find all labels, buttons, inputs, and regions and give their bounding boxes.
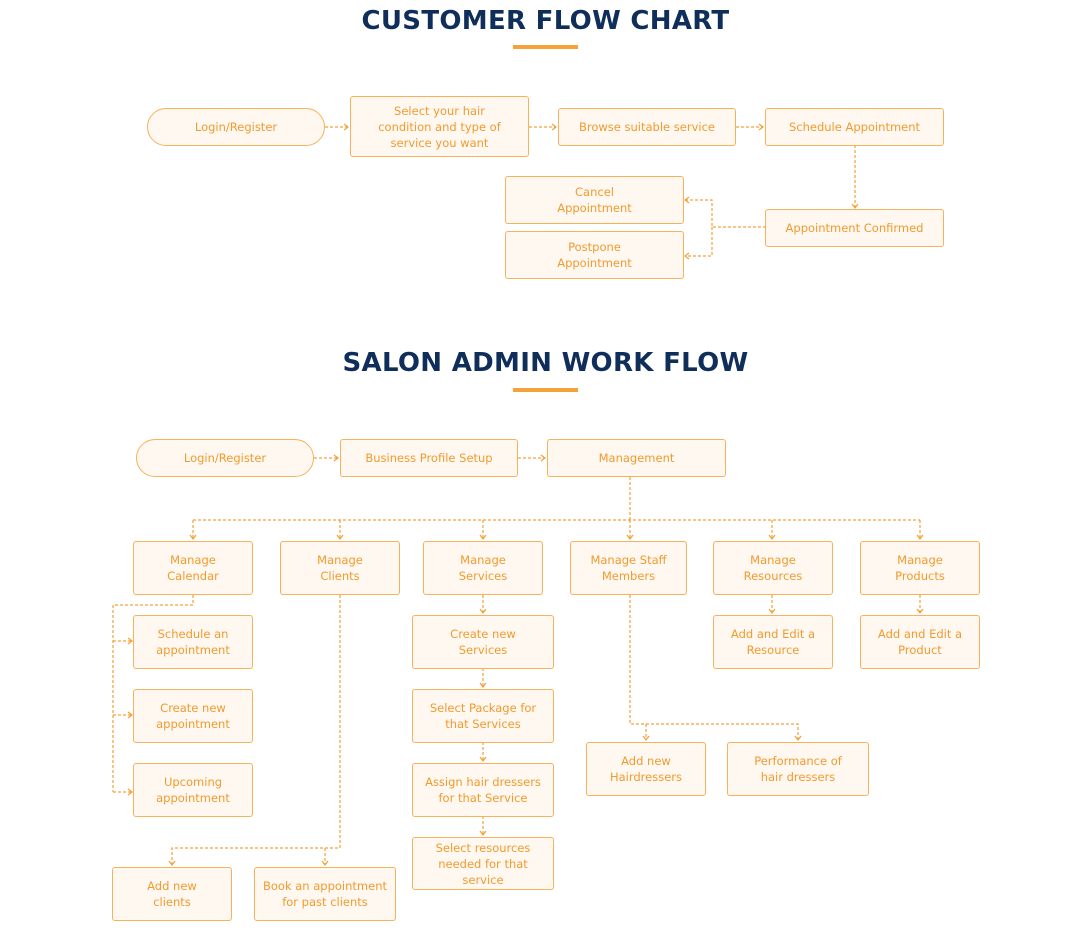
assign-hair-dressers-node: Assign hair dressers for that Service <box>412 763 554 817</box>
node-label: Create new Services <box>450 627 516 657</box>
select-hair-condition-node: Select your hair condition and type of s… <box>350 96 529 157</box>
manage-clients-node: Manage Clients <box>280 541 400 595</box>
node-label: Performance of hair dressers <box>754 754 842 784</box>
node-label: Manage Services <box>458 553 508 583</box>
node-label: Postpone Appointment <box>557 240 632 270</box>
node-label: Upcoming appointment <box>156 775 230 805</box>
node-label: Manage Staff Members <box>590 553 667 583</box>
connector <box>192 477 921 539</box>
connector <box>771 595 921 613</box>
node-label: Add new Hairdressers <box>609 754 683 784</box>
add-edit-resource-node: Add and Edit a Resource <box>713 615 833 669</box>
node-label: Select Package for that Services <box>429 701 537 731</box>
manage-calendar-node: Manage Calendar <box>133 541 253 595</box>
node-label: Browse suitable service <box>579 120 715 134</box>
select-package-node: Select Package for that Services <box>412 689 554 743</box>
node-label: Select resources needed for that service <box>435 840 531 887</box>
node-label: Assign hair dressers for that Service <box>425 775 541 805</box>
node-label: Login/Register <box>183 451 267 465</box>
node-label: Schedule an appointment <box>156 627 230 657</box>
select-resources-node: Select resources needed for that service <box>412 837 554 890</box>
appointment-confirmed-node: Appointment Confirmed <box>765 209 944 247</box>
create-new-appointment-node: Create new appointment <box>133 689 253 743</box>
node-label: Create new appointment <box>156 701 230 731</box>
node-label: Manage Calendar <box>167 553 219 583</box>
cancel-appointment-node: Cancel Appointment <box>505 176 684 224</box>
add-new-hairdressers-node: Add new Hairdressers <box>586 742 706 796</box>
performance-hair-dressers-node: Performance of hair dressers <box>727 742 869 796</box>
add-new-clients-node: Add new clients <box>112 867 232 921</box>
node-label: Business Profile Setup <box>365 451 493 465</box>
node-label: Add and Edit a Product <box>877 627 963 657</box>
upcoming-appointment-node: Upcoming appointment <box>133 763 253 817</box>
manage-services-node: Manage Services <box>423 541 543 595</box>
node-label: Schedule Appointment <box>788 120 921 134</box>
manage-staff-members-node: Manage Staff Members <box>570 541 687 595</box>
node-label: Select your hair condition and type of s… <box>378 103 501 150</box>
node-label: Management <box>598 451 675 465</box>
node-label: Manage Resources <box>743 553 803 583</box>
node-label: Add new clients <box>147 879 197 909</box>
manage-products-node: Manage Products <box>860 541 980 595</box>
node-label: Login/Register <box>194 120 278 134</box>
node-label: Cancel Appointment <box>557 185 632 215</box>
manage-resources-node: Manage Resources <box>713 541 833 595</box>
node-label: Book an appointment for past clients <box>262 879 388 909</box>
node-label: Appointment Confirmed <box>785 221 924 235</box>
node-label: Manage Products <box>895 553 945 583</box>
management-node: Management <box>547 439 726 477</box>
book-appointment-past-clients-node: Book an appointment for past clients <box>254 867 396 921</box>
customer-login-register-node: Login/Register <box>147 108 325 146</box>
create-new-services-node: Create new Services <box>412 615 554 669</box>
schedule-an-appointment-node: Schedule an appointment <box>133 615 253 669</box>
browse-service-node: Browse suitable service <box>558 108 736 146</box>
admin-login-register-node: Login/Register <box>136 439 314 477</box>
add-edit-product-node: Add and Edit a Product <box>860 615 980 669</box>
node-label: Manage Clients <box>317 553 363 583</box>
connector <box>686 199 766 257</box>
postpone-appointment-node: Postpone Appointment <box>505 231 684 279</box>
node-label: Add and Edit a Resource <box>730 627 816 657</box>
schedule-appointment-node: Schedule Appointment <box>765 108 944 146</box>
business-profile-setup-node: Business Profile Setup <box>340 439 518 477</box>
